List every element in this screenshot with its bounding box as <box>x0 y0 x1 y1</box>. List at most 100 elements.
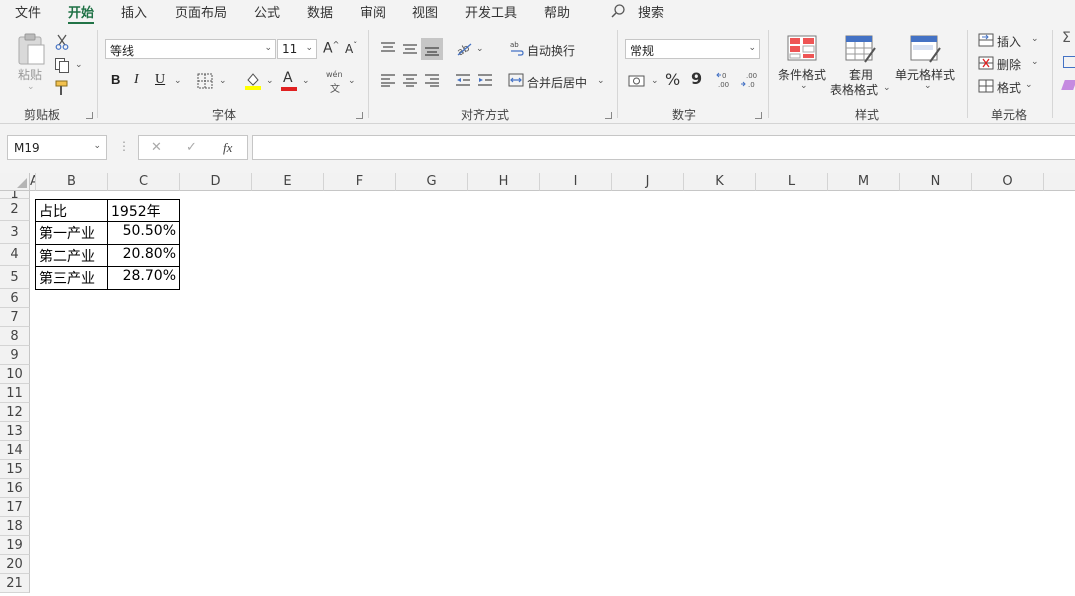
delete-dropdown-icon[interactable]: ⌄ <box>1031 57 1039 67</box>
row-header[interactable]: 8 <box>0 327 30 346</box>
align-left-icon[interactable] <box>380 73 396 87</box>
row-header[interactable]: 3 <box>0 221 30 244</box>
delete-cells-label[interactable]: 删除 <box>997 56 1021 73</box>
borders-icon[interactable] <box>197 73 213 89</box>
row-header[interactable]: 9 <box>0 346 30 365</box>
copy-icon[interactable] <box>54 57 70 73</box>
row-header[interactable]: 17 <box>0 498 30 517</box>
merge-dropdown-icon[interactable]: ⌄ <box>597 76 605 86</box>
underline-button[interactable]: U <box>155 72 165 88</box>
column-header-blank[interactable] <box>1044 173 1075 191</box>
increase-indent-icon[interactable] <box>477 73 493 87</box>
merge-center-label[interactable]: 合并后居中 <box>527 74 587 91</box>
table-cell-value[interactable]: 50.50% <box>107 221 180 245</box>
conditional-formatting-icon[interactable] <box>787 34 817 64</box>
insert-function-icon[interactable]: fx <box>223 140 232 156</box>
table-cell-value[interactable]: 20.80% <box>107 244 180 267</box>
tab-page-layout[interactable]: 页面布局 <box>175 2 227 21</box>
table-header-cell[interactable]: 占比 <box>35 199 108 222</box>
table-cell-label[interactable]: 第二产业 <box>35 244 108 267</box>
borders-dropdown-icon[interactable]: ⌄ <box>219 76 227 86</box>
format-as-table-label-2[interactable]: 表格格式 <box>830 81 878 98</box>
row-header[interactable]: 4 <box>0 244 30 266</box>
column-header-d[interactable]: D <box>180 173 252 191</box>
search-label[interactable]: 搜索 <box>638 2 664 21</box>
format-as-table-icon[interactable] <box>845 34 877 64</box>
column-header-f[interactable]: F <box>324 173 396 191</box>
phonetic-dropdown-icon[interactable]: ⌄ <box>348 76 356 86</box>
tab-data[interactable]: 数据 <box>307 2 333 21</box>
align-center-icon[interactable] <box>402 73 418 87</box>
row-header[interactable]: 16 <box>0 479 30 498</box>
row-header[interactable]: 14 <box>0 441 30 460</box>
bold-button[interactable]: B <box>111 72 120 87</box>
conditional-dropdown-icon[interactable]: ⌄ <box>800 81 808 91</box>
row-header[interactable]: 21 <box>0 574 30 593</box>
row-header[interactable]: 10 <box>0 365 30 384</box>
tab-help[interactable]: 帮助 <box>544 2 570 21</box>
clear-icon[interactable] <box>1061 80 1075 90</box>
column-header-k[interactable]: K <box>684 173 756 191</box>
merge-center-icon[interactable] <box>508 72 524 88</box>
format-as-table-dropdown-icon[interactable]: ⌄ <box>883 83 891 93</box>
accounting-format-icon[interactable] <box>628 73 646 89</box>
tab-view[interactable]: 视图 <box>412 2 438 21</box>
column-header-o[interactable]: O <box>972 173 1044 191</box>
row-header[interactable]: 6 <box>0 289 30 308</box>
paste-dropdown-icon[interactable]: ⌄ <box>27 82 35 92</box>
search-icon[interactable] <box>610 3 626 19</box>
table-cell-label[interactable]: 第一产业 <box>35 221 108 245</box>
autosum-icon[interactable]: Σ <box>1062 30 1071 46</box>
font-size-combo[interactable]: 11 ⌄ <box>277 39 317 59</box>
column-header-g[interactable]: G <box>396 173 468 191</box>
column-header-n[interactable]: N <box>900 173 972 191</box>
shrink-font-button[interactable]: Aˇ <box>345 41 357 56</box>
font-color-dropdown-icon[interactable]: ⌄ <box>302 76 310 86</box>
orientation-dropdown-icon[interactable]: ⌄ <box>476 44 484 54</box>
format-painter-icon[interactable] <box>54 80 70 96</box>
row-header[interactable]: 11 <box>0 384 30 403</box>
grow-font-button[interactable]: A^ <box>323 40 339 57</box>
alignment-launcher-icon[interactable] <box>605 112 612 119</box>
fill-color-icon[interactable] <box>244 71 262 91</box>
table-cell-label[interactable]: 第三产业 <box>35 266 108 290</box>
format-cells-label[interactable]: 格式 <box>997 79 1021 96</box>
paste-icon[interactable] <box>16 32 46 66</box>
worksheet-grid[interactable]: A B C D E F G H I J K L M N O 1 2 3 4 5 … <box>0 173 1075 596</box>
align-right-icon[interactable] <box>424 73 440 87</box>
row-header[interactable]: 5 <box>0 266 30 289</box>
font-launcher-icon[interactable] <box>356 112 363 119</box>
font-name-combo[interactable]: 等线 ⌄ <box>105 39 276 59</box>
cancel-icon[interactable]: ✕ <box>151 140 162 155</box>
percent-button[interactable]: % <box>665 70 680 89</box>
cell-styles-icon[interactable] <box>910 34 942 64</box>
align-top-icon[interactable] <box>380 41 396 55</box>
row-header[interactable]: 13 <box>0 422 30 441</box>
wrap-text-icon[interactable]: ab <box>510 40 524 56</box>
decrease-decimal-icon[interactable]: .00 .0 <box>740 70 762 90</box>
row-header[interactable]: 2 <box>0 199 30 221</box>
cell-styles-dropdown-icon[interactable]: ⌄ <box>924 81 932 91</box>
align-middle-icon[interactable] <box>402 41 418 55</box>
comma-style-button[interactable]: 9 <box>691 69 702 88</box>
cut-icon[interactable] <box>55 34 69 50</box>
enter-icon[interactable]: ✓ <box>186 140 197 155</box>
select-all-corner[interactable] <box>0 173 30 191</box>
wrap-text-label[interactable]: 自动换行 <box>527 42 575 59</box>
tab-insert[interactable]: 插入 <box>121 2 147 21</box>
row-header[interactable]: 18 <box>0 517 30 536</box>
table-header-cell[interactable]: 1952年 <box>107 199 180 222</box>
increase-decimal-icon[interactable]: 0 .00 <box>716 70 738 90</box>
tab-developer[interactable]: 开发工具 <box>465 2 517 21</box>
column-header-j[interactable]: J <box>612 173 684 191</box>
delete-cells-icon[interactable] <box>978 56 994 70</box>
row-header[interactable]: 19 <box>0 536 30 555</box>
underline-dropdown-icon[interactable]: ⌄ <box>174 76 182 86</box>
row-header[interactable]: 1 <box>0 191 30 199</box>
column-header-c[interactable]: C <box>108 173 180 191</box>
orientation-icon[interactable]: ab <box>455 40 473 56</box>
column-header-e[interactable]: E <box>252 173 324 191</box>
decrease-indent-icon[interactable] <box>455 73 471 87</box>
insert-cells-label[interactable]: 插入 <box>997 33 1021 50</box>
row-header[interactable]: 20 <box>0 555 30 574</box>
